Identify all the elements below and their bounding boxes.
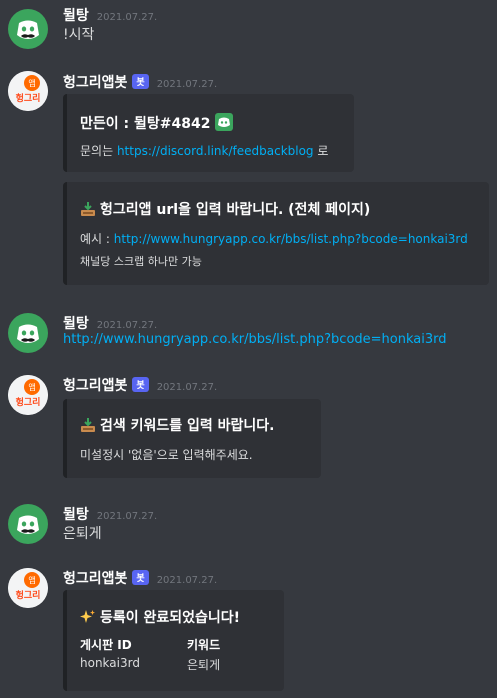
timestamp[interactable]: 2021.07.27. [97,12,157,23]
field-value-keyword: 은퇴게 [187,658,221,672]
hungryapp-avatar-icon[interactable]: 앱헝그리 [8,568,48,608]
bot-badge: 봇 [132,570,149,585]
username[interactable]: 뒬탕 [63,316,89,332]
field-name-keyword: 키워드 [187,638,221,652]
discord-avatar-icon[interactable] [8,9,48,49]
embed-title-text: 등록이 완료되었습니다! [100,610,241,626]
hungry-avatar-bottom-text: 헝그리 [16,589,41,601]
timestamp[interactable]: 2021.07.27. [97,320,157,331]
username[interactable]: 헝그리앱봇 [63,571,127,587]
message-header: 뒬탕 2021.07.27. [63,313,157,333]
username[interactable]: 뒬탕 [63,8,89,24]
embed-registration-complete: 등록이 완료되었습니다! 게시판 ID honkai3rd 키워드 은퇴게 [63,590,284,691]
discord-logo-icon [215,113,234,135]
hungryapp-avatar-icon[interactable]: 앱헝그리 [8,71,48,111]
inbox-tray-icon [80,417,96,437]
embed-line2: 채널당 스크랩 하나만 가능 [80,255,202,268]
timestamp[interactable]: 2021.07.27. [157,382,217,393]
timestamp[interactable]: 2021.07.27. [157,575,217,586]
hungry-avatar-bottom-text: 헝그리 [16,92,41,104]
message-header: 뒬탕 2021.07.27. [63,504,157,524]
timestamp[interactable]: 2021.07.27. [157,79,217,90]
example-link[interactable]: http://www.hungryapp.co.kr/bbs/list.php?… [114,232,468,246]
hungry-avatar-bottom-text: 헝그리 [16,396,41,408]
message: 뒬탕 2021.07.27. http://www.hungryapp.co.kr… [0,313,497,355]
embed-title: 등록이 완료되었습니다! [80,607,240,629]
embed-title: 헝그리앱 url을 입력 바랍니다. (전체 페이지) [80,199,370,221]
embed-title-text: 헝그리앱 url을 입력 바랍니다. (전체 페이지) [100,202,371,218]
message: 뒬탕 2021.07.27. !시작 [0,5,497,49]
embed-title: 검색 키워드를 입력 바랍니다. [80,415,275,437]
timestamp[interactable]: 2021.07.27. [97,511,157,522]
field-name-board-id: 게시판 ID [80,638,132,652]
embed-title-text: 검색 키워드를 입력 바랍니다. [100,418,275,434]
inbox-tray-icon [80,201,96,221]
desc-prefix: 문의는 [80,144,117,158]
discord-avatar-icon[interactable] [8,504,48,544]
message-header: 헝그리앱봇 봇 2021.07.27. [63,568,217,588]
embed-title-text: 만든이 : 뒬탕#4842 [80,116,211,132]
field-value-board-id: honkai3rd [80,656,140,670]
example-prefix: 예시 : [80,232,114,246]
hungry-avatar-top-text: 앱 [28,576,35,585]
sparkles-icon [80,609,96,629]
feedback-link[interactable]: https://discord.link/feedbackblog [117,144,314,158]
hungry-avatar-top-text: 앱 [28,79,35,88]
message-header: 헝그리앱봇 봇 2021.07.27. [63,72,217,92]
embed-url-request: 헝그리앱 url을 입력 바랍니다. (전체 페이지) 예시 : http://… [63,182,489,285]
hungryapp-avatar-icon[interactable]: 앱헝그리 [8,375,48,415]
message-content: !시작 [63,27,95,43]
username[interactable]: 헝그리앱봇 [63,75,127,91]
embed-description: 미설정시 '없음'으로 입력해주세요. [80,448,253,462]
desc-suffix: 로 [313,144,329,158]
embed-creator: 만든이 : 뒬탕#4842 문의는 https://discord.link/f… [63,94,354,172]
message-link[interactable]: http://www.hungryapp.co.kr/bbs/list.php?… [63,332,447,347]
username[interactable]: 뒬탕 [63,507,89,523]
message-header: 헝그리앱봇 봇 2021.07.27. [63,375,217,395]
embed-description: 문의는 https://discord.link/feedbackblog 로 [80,142,328,159]
bot-badge: 봇 [132,74,149,89]
message-header: 뒬탕 2021.07.27. [63,5,157,25]
hungry-avatar-top-text: 앱 [28,383,35,392]
username[interactable]: 헝그리앱봇 [63,378,127,394]
embed-keyword-request: 검색 키워드를 입력 바랍니다. 미설정시 '없음'으로 입력해주세요. [63,399,321,478]
embed-line1: 예시 : http://www.hungryapp.co.kr/bbs/list… [80,230,468,247]
message: 뒬탕 2021.07.27. 은퇴게 [0,504,497,546]
bot-badge: 봇 [132,377,149,392]
embed-title: 만든이 : 뒬탕#4842 [80,113,237,135]
message-content: 은퇴게 [63,526,102,542]
discord-avatar-icon[interactable] [8,313,48,353]
